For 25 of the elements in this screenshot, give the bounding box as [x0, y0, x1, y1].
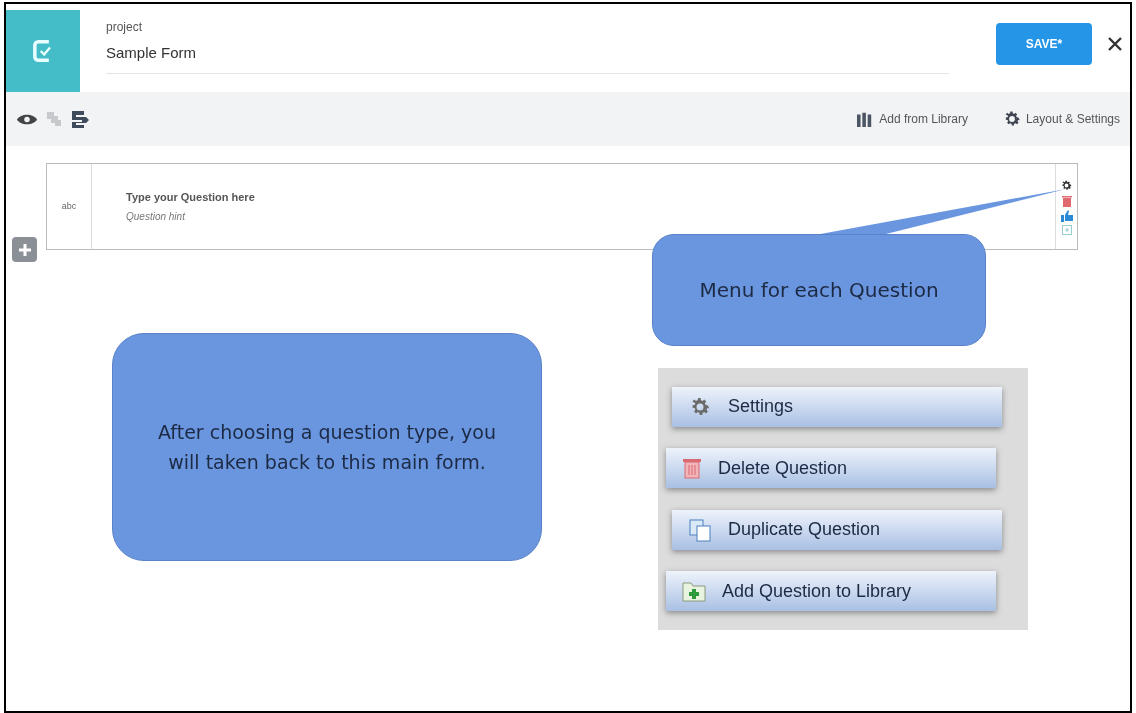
add-question-button[interactable]: [12, 237, 37, 262]
callout-text: Menu for each Question: [699, 277, 939, 304]
gear-icon: [1060, 178, 1073, 192]
trash-icon: [682, 456, 702, 481]
plus-icon: [17, 242, 32, 257]
question-hint: Question hint: [126, 210, 187, 225]
toolbar-button[interactable]: Layout & Settings: [1001, 109, 1120, 129]
menu-item[interactable]: Delete Question: [666, 448, 996, 489]
copy-icon: [688, 517, 712, 542]
trash-icon[interactable]: [1061, 194, 1072, 207]
thumbs-up-icon[interactable]: [1060, 209, 1073, 222]
menu-item[interactable]: Settings: [672, 386, 1002, 427]
menu-item[interactable]: Add Question to Library: [666, 571, 996, 612]
question-type-label: abc: [61, 199, 77, 213]
eye-icon[interactable]: [16, 112, 38, 126]
menu-item[interactable]: Duplicate Question: [672, 509, 1002, 550]
callout-text: After choosing a question type, you will taken back to this main form.: [157, 420, 497, 475]
close-icon[interactable]: [1108, 37, 1122, 51]
folder-plus-icon: [682, 579, 706, 604]
toolbar-button[interactable]: Add from Library: [855, 110, 968, 128]
project-label: project: [106, 19, 144, 36]
question-text: Type your Question here: [126, 189, 256, 205]
form-title-field[interactable]: Sample Form: [106, 42, 949, 74]
question-card[interactable]: abc Type your Question here Question hint: [46, 163, 1078, 250]
flow-icon[interactable]: [70, 109, 90, 129]
